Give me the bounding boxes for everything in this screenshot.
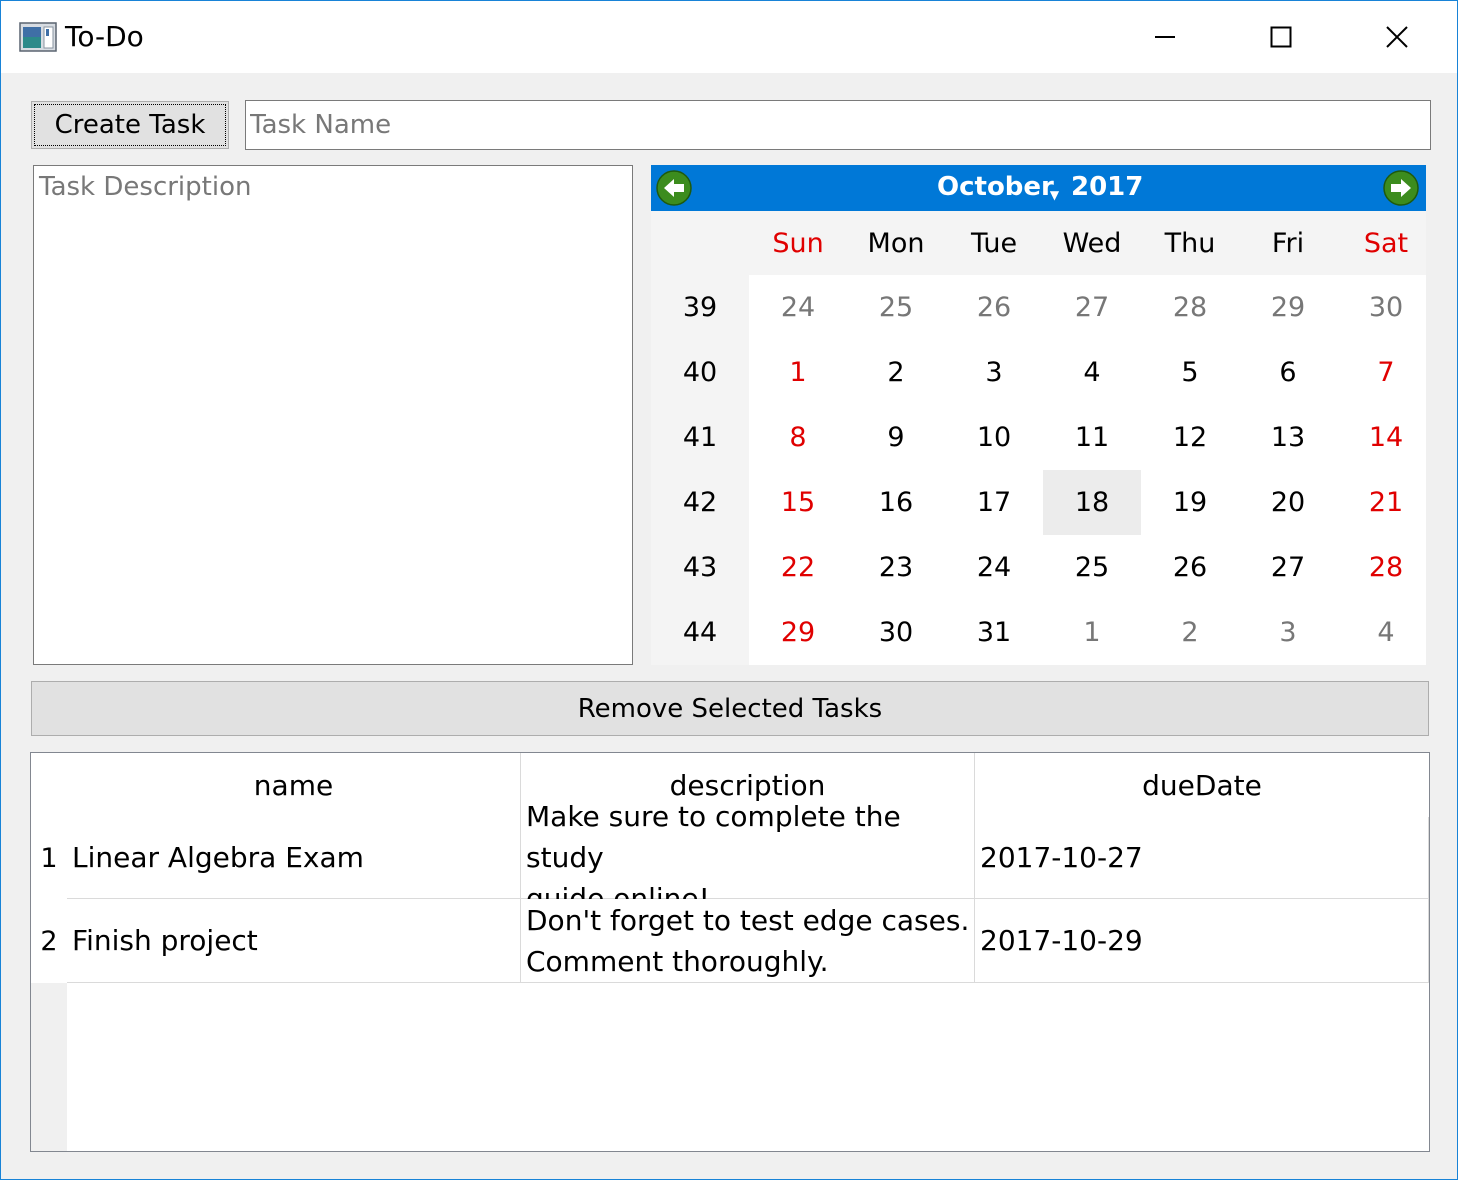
week-number: 39 bbox=[682, 292, 718, 323]
column-header-duedate[interactable]: dueDate bbox=[975, 753, 1429, 817]
calendar-day[interactable]: 30 bbox=[1337, 275, 1435, 340]
calendar-day[interactable]: 27 bbox=[1239, 535, 1337, 600]
app-window-icon bbox=[19, 22, 57, 52]
column-header-name[interactable]: name bbox=[67, 753, 521, 817]
calendar-day[interactable]: 9 bbox=[847, 405, 945, 470]
week-number: 44 bbox=[682, 617, 718, 648]
table-cell-duedate[interactable]: 2017-10-29 bbox=[975, 899, 1429, 983]
table-cell-duedate[interactable]: 2017-10-27 bbox=[975, 817, 1429, 899]
tasks-table: name description dueDate 1 Linear Algebr… bbox=[30, 752, 1430, 1152]
calendar-day[interactable]: 12 bbox=[1141, 405, 1239, 470]
calendar-day[interactable]: 11 bbox=[1043, 405, 1141, 470]
calendar-day[interactable]: 24 bbox=[749, 275, 847, 340]
calendar-day[interactable]: 24 bbox=[945, 535, 1043, 600]
calendar-day[interactable]: 7 bbox=[1337, 340, 1435, 405]
calendar-day[interactable]: 16 bbox=[847, 470, 945, 535]
week-number: 43 bbox=[682, 552, 718, 583]
calendar-day[interactable]: 25 bbox=[847, 275, 945, 340]
weekday-header-fri: Fri bbox=[1271, 227, 1305, 259]
row-header-1[interactable]: 1 bbox=[31, 817, 67, 899]
calendar-year-label[interactable]: 2017 bbox=[1071, 172, 1143, 202]
calendar-navigation-bar: October▼ 2017 bbox=[651, 165, 1426, 211]
calendar-day[interactable]: 27 bbox=[1043, 275, 1141, 340]
week-number: 41 bbox=[682, 422, 718, 453]
calendar-day[interactable]: 4 bbox=[1043, 340, 1141, 405]
calendar-day[interactable]: 6 bbox=[1239, 340, 1337, 405]
weekday-header-sat: Sat bbox=[1363, 227, 1409, 259]
remove-selected-tasks-button[interactable]: Remove Selected Tasks bbox=[31, 681, 1429, 736]
chevron-down-icon: ▼ bbox=[1049, 188, 1060, 202]
previous-month-icon[interactable] bbox=[655, 169, 693, 207]
calendar-day[interactable]: 10 bbox=[945, 405, 1043, 470]
weekday-header-mon: Mon bbox=[867, 227, 925, 259]
description-line: Don't forget to test edge cases. bbox=[526, 903, 970, 937]
weekday-header-sun: Sun bbox=[772, 227, 824, 259]
minimize-button[interactable] bbox=[1107, 1, 1223, 73]
close-button[interactable] bbox=[1339, 1, 1455, 73]
calendar-day[interactable]: 25 bbox=[1043, 535, 1141, 600]
next-month-icon[interactable] bbox=[1382, 169, 1420, 207]
calendar-day[interactable]: 3 bbox=[1239, 600, 1337, 665]
weekday-header-thu: Thu bbox=[1164, 227, 1216, 259]
calendar-day[interactable]: 21 bbox=[1337, 470, 1435, 535]
task-description-input[interactable] bbox=[33, 165, 633, 665]
calendar-day[interactable]: 28 bbox=[1141, 275, 1239, 340]
calendar-day[interactable]: 28 bbox=[1337, 535, 1435, 600]
app-window: To-Do Create Task October▼ 2017 bbox=[0, 0, 1458, 1180]
calendar-day[interactable]: 4 bbox=[1337, 600, 1435, 665]
table-cell-name[interactable]: Linear Algebra Exam bbox=[67, 817, 521, 899]
calendar-day[interactable]: 30 bbox=[847, 600, 945, 665]
minimize-icon bbox=[1155, 36, 1175, 38]
calendar-day[interactable]: 3 bbox=[945, 340, 1043, 405]
task-name-input[interactable] bbox=[245, 100, 1431, 150]
weekday-header-wed: Wed bbox=[1062, 227, 1122, 259]
calendar-month-selector[interactable]: October▼ bbox=[937, 172, 1059, 202]
week-number: 40 bbox=[682, 357, 718, 388]
calendar-day[interactable]: 26 bbox=[1141, 535, 1239, 600]
calendar-month-label: October bbox=[937, 172, 1054, 202]
title-bar: To-Do bbox=[1, 1, 1457, 73]
calendar-day[interactable]: 31 bbox=[945, 600, 1043, 665]
calendar-day[interactable]: 13 bbox=[1239, 405, 1337, 470]
create-task-button[interactable]: Create Task bbox=[31, 101, 229, 149]
description-line: Comment thoroughly. bbox=[526, 944, 829, 978]
calendar-day[interactable]: 22 bbox=[749, 535, 847, 600]
row-header-2[interactable]: 2 bbox=[31, 899, 67, 983]
calendar-day[interactable]: 18 bbox=[1043, 470, 1141, 535]
maximize-button[interactable] bbox=[1223, 1, 1339, 73]
weekday-header-tue: Tue bbox=[970, 227, 1018, 259]
calendar-day[interactable]: 19 bbox=[1141, 470, 1239, 535]
calendar-day[interactable]: 8 bbox=[749, 405, 847, 470]
table-cell-description[interactable]: Make sure to complete the study guide on… bbox=[521, 800, 975, 915]
calendar-day[interactable]: 29 bbox=[1239, 275, 1337, 340]
calendar-day[interactable]: 2 bbox=[1141, 600, 1239, 665]
calendar-day[interactable]: 14 bbox=[1337, 405, 1435, 470]
week-number: 42 bbox=[682, 487, 718, 518]
calendar-day[interactable]: 5 bbox=[1141, 340, 1239, 405]
calendar-day[interactable]: 1 bbox=[1043, 600, 1141, 665]
calendar-day[interactable]: 29 bbox=[749, 600, 847, 665]
calendar-day[interactable]: 1 bbox=[749, 340, 847, 405]
description-line: Make sure to complete the study bbox=[526, 800, 901, 874]
calendar-day[interactable]: 17 bbox=[945, 470, 1043, 535]
calendar-day[interactable]: 15 bbox=[749, 470, 847, 535]
calendar-day[interactable]: 2 bbox=[847, 340, 945, 405]
table-cell-name[interactable]: Finish project bbox=[67, 899, 521, 983]
calendar-widget: October▼ 2017 Sun Mon Tue Wed Thu Fri Sat 39 24 2… bbox=[651, 165, 1426, 665]
close-icon bbox=[1386, 26, 1408, 48]
maximize-icon bbox=[1270, 26, 1292, 48]
calendar-day[interactable]: 20 bbox=[1239, 470, 1337, 535]
window-title: To-Do bbox=[65, 20, 144, 53]
table-cell-description[interactable]: Don't forget to test edge cases. Comment… bbox=[521, 899, 975, 983]
calendar-day[interactable]: 23 bbox=[847, 535, 945, 600]
calendar-day[interactable]: 26 bbox=[945, 275, 1043, 340]
table-corner bbox=[31, 753, 67, 817]
